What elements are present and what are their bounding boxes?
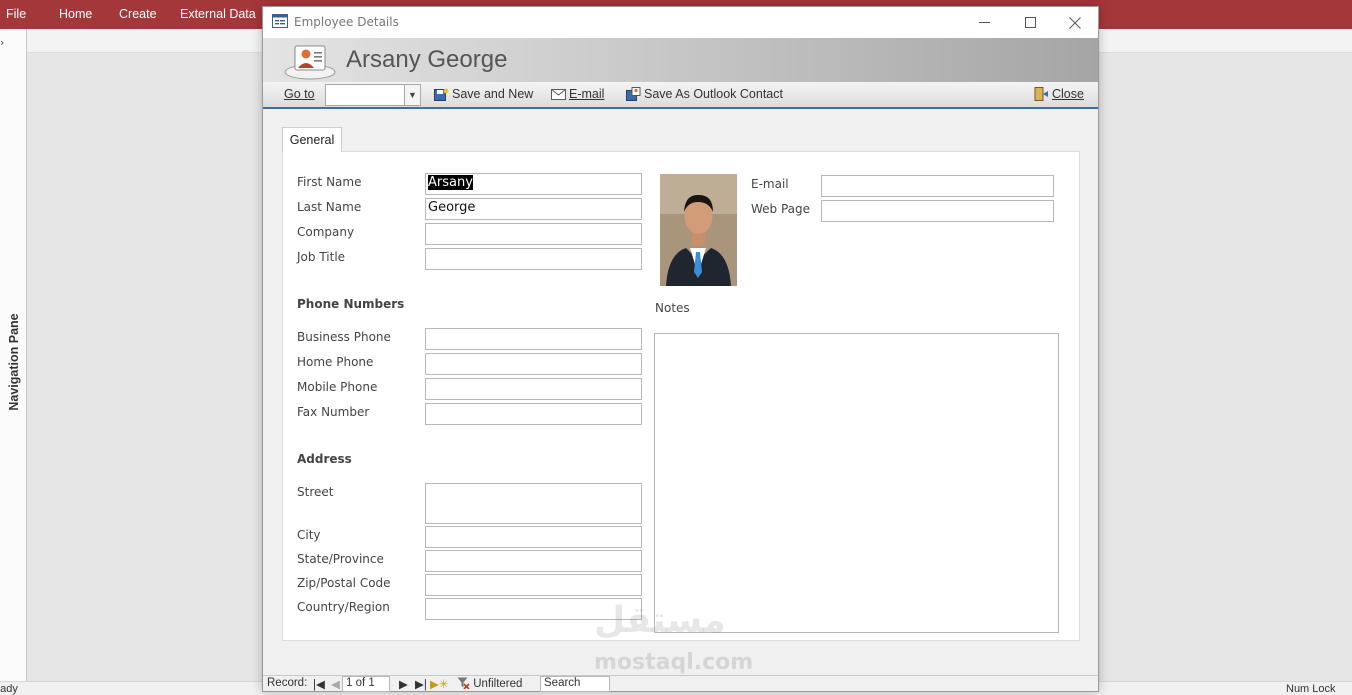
street-label: Street bbox=[297, 485, 334, 499]
first-record-icon[interactable]: |◀ bbox=[313, 677, 325, 691]
expand-chevron-icon[interactable]: › bbox=[0, 36, 4, 49]
next-record-icon[interactable]: ▶ bbox=[399, 677, 408, 691]
contact-card-icon bbox=[284, 45, 336, 80]
form-header: Arsany George bbox=[263, 38, 1098, 82]
previous-record-icon[interactable]: ◀ bbox=[331, 677, 340, 691]
job-title-field[interactable] bbox=[425, 248, 642, 270]
company-label: Company bbox=[297, 225, 355, 239]
web-page-label: Web Page bbox=[751, 202, 811, 216]
city-label: City bbox=[297, 528, 321, 542]
filter-toggle[interactable]: Unfiltered bbox=[457, 677, 522, 690]
status-text: eady bbox=[0, 683, 18, 695]
maximize-button[interactable] bbox=[1007, 7, 1053, 38]
state-province-label: State/Province bbox=[297, 552, 384, 566]
fax-number-label: Fax Number bbox=[297, 405, 370, 419]
first-name-label: First Name bbox=[297, 175, 362, 189]
goto-combobox[interactable]: ▼ bbox=[325, 84, 421, 106]
minimize-button[interactable] bbox=[961, 7, 1007, 38]
filter-icon bbox=[457, 677, 470, 690]
email-icon bbox=[551, 88, 566, 100]
num-lock-indicator: Num Lock bbox=[1286, 683, 1336, 695]
ribbon-tab-home[interactable]: Home bbox=[59, 7, 92, 21]
tab-general[interactable]: General bbox=[282, 127, 342, 152]
save-and-new-button[interactable]: Save and New bbox=[434, 87, 533, 101]
employee-name-heading: Arsany George bbox=[346, 46, 508, 73]
door-close-icon bbox=[1034, 87, 1048, 101]
close-window-button[interactable] bbox=[1052, 7, 1098, 38]
business-phone-field[interactable] bbox=[425, 328, 642, 350]
save-as-outlook-contact-button[interactable]: Save As Outlook Contact bbox=[626, 87, 783, 101]
street-field[interactable] bbox=[425, 483, 642, 524]
country-region-label: Country/Region bbox=[297, 600, 390, 614]
close-icon bbox=[1069, 16, 1081, 29]
ribbon-tab-external-data[interactable]: External Data bbox=[180, 7, 256, 21]
outlook-contact-icon bbox=[626, 87, 641, 101]
search-box[interactable]: Search bbox=[540, 676, 610, 692]
last-name-field[interactable]: George bbox=[425, 198, 642, 220]
ribbon-tab-create[interactable]: Create bbox=[119, 7, 157, 21]
last-name-label: Last Name bbox=[297, 200, 362, 214]
company-field[interactable] bbox=[425, 223, 642, 245]
minimize-icon bbox=[978, 22, 990, 23]
business-phone-label: Business Phone bbox=[297, 330, 391, 344]
fax-number-field[interactable] bbox=[425, 403, 642, 425]
home-phone-field[interactable] bbox=[425, 353, 642, 375]
current-record-field[interactable]: 1 of 1 bbox=[342, 676, 390, 692]
web-page-field[interactable] bbox=[821, 200, 1054, 222]
city-field[interactable] bbox=[425, 526, 642, 548]
state-province-field[interactable] bbox=[425, 550, 642, 572]
navigation-pane-label: Navigation Pane bbox=[7, 313, 21, 411]
save-new-icon bbox=[434, 88, 449, 101]
new-record-icon[interactable]: ▶✳ bbox=[430, 677, 448, 691]
email-button-label: E-mail bbox=[569, 87, 605, 101]
mobile-phone-label: Mobile Phone bbox=[297, 380, 378, 394]
home-phone-label: Home Phone bbox=[297, 355, 374, 369]
record-label: Record: bbox=[267, 677, 308, 689]
save-and-new-label: Save and New bbox=[452, 87, 534, 101]
first-name-field[interactable]: Arsany bbox=[425, 173, 642, 195]
mobile-phone-field[interactable] bbox=[425, 378, 642, 400]
address-heading: Address bbox=[297, 452, 352, 466]
person-portrait-icon bbox=[660, 174, 737, 286]
zip-postal-code-label: Zip/Postal Code bbox=[297, 576, 391, 590]
watermark-arabic: مستقل bbox=[594, 600, 726, 641]
email-label: E-mail bbox=[751, 177, 789, 191]
save-as-outlook-label: Save As Outlook Contact bbox=[644, 87, 783, 101]
notes-label: Notes bbox=[655, 301, 690, 315]
employee-photo[interactable] bbox=[660, 174, 737, 286]
ribbon-tab-file[interactable]: File bbox=[6, 7, 26, 21]
chevron-down-icon[interactable]: ▼ bbox=[404, 85, 420, 105]
employee-details-window: Employee Details Arsany George Go to ▼ S… bbox=[262, 6, 1099, 692]
record-navigation-bar: Record: |◀ ◀ 1 of 1 ▶ ▶| ▶✳ Unfiltered S… bbox=[263, 675, 1098, 692]
title-bar[interactable]: Employee Details bbox=[263, 7, 1098, 38]
form-toolbar: Go to ▼ Save and New E-mail Save As Outl… bbox=[263, 82, 1098, 109]
close-form-button[interactable]: Close bbox=[1034, 87, 1084, 101]
goto-label-text: Go to bbox=[284, 87, 315, 101]
close-form-label: Close bbox=[1052, 87, 1084, 101]
last-record-icon[interactable]: ▶| bbox=[415, 677, 427, 691]
email-field[interactable] bbox=[821, 175, 1054, 197]
zip-postal-code-field[interactable] bbox=[425, 574, 642, 596]
watermark-logo-text: mostaql.com bbox=[594, 650, 754, 675]
form-icon bbox=[272, 14, 288, 28]
notes-field[interactable] bbox=[654, 333, 1059, 633]
first-name-value: Arsany bbox=[428, 175, 473, 190]
filter-status-label: Unfiltered bbox=[473, 678, 523, 690]
email-button[interactable]: E-mail bbox=[551, 87, 604, 101]
phone-numbers-heading: Phone Numbers bbox=[297, 297, 405, 311]
job-title-label: Job Title bbox=[297, 250, 346, 264]
goto-label: Go to bbox=[284, 87, 315, 101]
maximize-icon bbox=[1024, 17, 1036, 28]
window-title: Employee Details bbox=[294, 15, 399, 29]
navigation-pane[interactable]: › Navigation Pane bbox=[0, 29, 27, 681]
